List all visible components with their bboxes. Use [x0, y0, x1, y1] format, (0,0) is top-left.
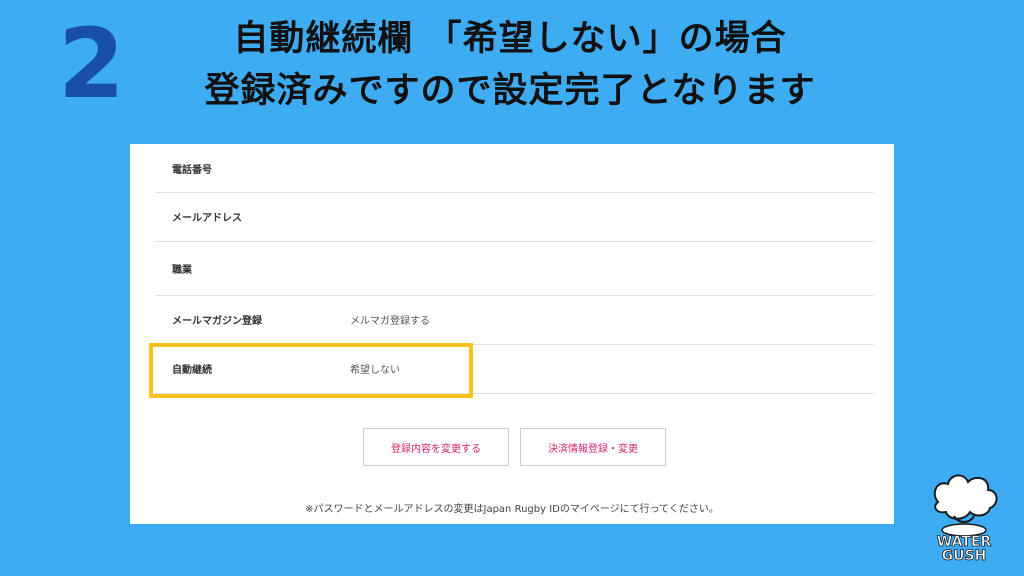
- title-line-2: 登録済みですので設定完了となります: [204, 71, 816, 111]
- row-value: メルマガ登録する: [350, 316, 430, 327]
- splash-logo-icon: WATER GUSH: [933, 474, 998, 564]
- row-label: 電話番号: [172, 164, 212, 176]
- payment-info-button[interactable]: 決済情報登録・変更: [520, 428, 666, 466]
- auto-renewal-highlight-frame: [149, 343, 473, 398]
- row-label: メールアドレス: [172, 213, 242, 224]
- row-email: メールアドレス: [155, 192, 874, 242]
- row-occupation: 職業: [155, 241, 874, 296]
- row-newsletter: メールマガジン登録 メルマガ登録する: [155, 295, 874, 345]
- title-line-1: 自動継続欄 「希望しない」の場合: [233, 19, 787, 59]
- password-email-note: ※パスワードとメールアドレスの変更はJapan Rugby IDのマイページにて…: [305, 504, 719, 515]
- row-phone: 電話番号: [155, 144, 874, 193]
- registration-panel: 電話番号 メールアドレス 職業 メールマガジン登録 メルマガ登録する 自動継続 …: [130, 144, 894, 524]
- step-number: 2: [58, 8, 125, 120]
- water-gush-logo: WATER GUSH: [924, 472, 1004, 567]
- edit-registration-button[interactable]: 登録内容を変更する: [363, 428, 509, 466]
- row-label: メールマガジン登録: [172, 316, 262, 327]
- row-label: 職業: [172, 264, 192, 276]
- logo-text-line2: GUSH: [942, 548, 987, 564]
